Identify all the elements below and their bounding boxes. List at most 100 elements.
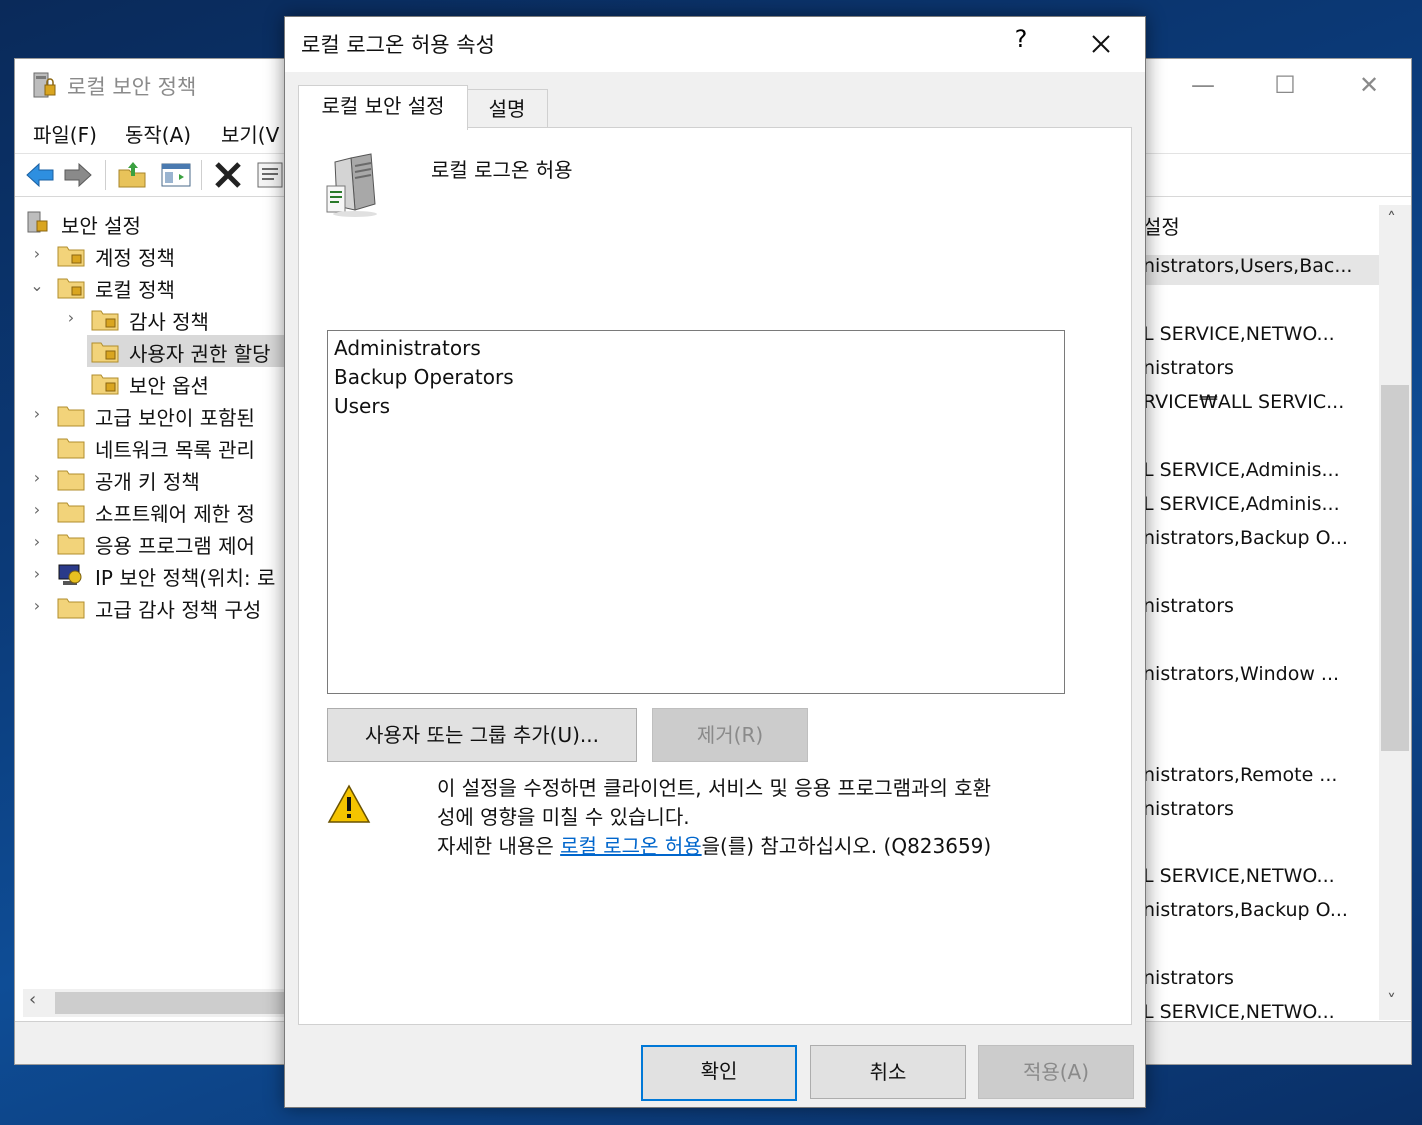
menu-view[interactable]: 보기(V [221, 119, 279, 148]
list-item[interactable]: nistrators,Backup O... [1143, 527, 1379, 557]
list-item[interactable]: nistrators [1143, 798, 1379, 828]
dialog-title-bar[interactable]: 로컬 로그온 허용 속성 ? [285, 17, 1145, 72]
warning-message: 이 설정을 수정하면 클라이언트, 서비스 및 응용 프로그램과의 호환 성에 … [437, 774, 1097, 861]
remove-button[interactable]: 제거(R) [652, 708, 808, 762]
tree-label: 계정 정책 [95, 246, 175, 270]
tree-item-security-settings[interactable]: 보안 설정 [23, 207, 285, 239]
chevron-right-icon[interactable]: › [29, 532, 45, 551]
apply-button[interactable]: 적용(A) [978, 1045, 1134, 1099]
list-item[interactable]: nistrators,Backup O... [1143, 899, 1379, 929]
scrollbar-thumb[interactable] [55, 992, 295, 1014]
list-item[interactable]: nistrators,Remote ... [1143, 764, 1379, 794]
dialog-title: 로컬 로그온 허용 속성 [301, 33, 495, 57]
list-item[interactable]: Backup Operators [334, 365, 514, 389]
help-icon[interactable]: ? [1007, 25, 1035, 53]
tree-label: 공개 키 정책 [95, 470, 200, 494]
tree-label: 사용자 권한 할당 [129, 342, 271, 366]
list-item[interactable]: Users [334, 394, 390, 418]
mmc-title: 로컬 보안 정책 [67, 75, 197, 99]
folder-icon [57, 534, 85, 555]
forward-arrow-icon[interactable] [61, 158, 95, 192]
add-user-or-group-button[interactable]: 사용자 또는 그룹 추가(U)... [327, 708, 637, 762]
chevron-up-icon[interactable]: ˄ [1387, 209, 1396, 230]
chevron-down-icon[interactable]: ⌄ [29, 276, 45, 295]
tree-item-advanced-audit[interactable]: › 고급 감사 정책 구성 [23, 591, 285, 623]
tab-local-security-setting[interactable]: 로컬 보안 설정 [298, 85, 468, 130]
warning-line-2: 성에 영향을 미칠 수 있습니다. [437, 805, 690, 829]
warning-line-1: 이 설정을 수정하면 클라이언트, 서비스 및 응용 프로그램과의 호환 [437, 776, 992, 800]
tree-item-public-key-policies[interactable]: › 공개 키 정책 [23, 463, 285, 495]
folder-lock-icon [57, 278, 85, 299]
warning-prefix: 자세한 내용은 [437, 834, 561, 858]
chevron-right-icon[interactable]: › [29, 404, 45, 423]
tree-item-user-rights-assignment[interactable]: 사용자 권한 할당 [87, 335, 285, 367]
tree-label: 로컬 정책 [95, 278, 175, 302]
show-hide-console-tree-icon[interactable] [159, 158, 193, 192]
tree-item-software-restriction[interactable]: › 소프트웨어 제한 정 [23, 495, 285, 527]
folder-icon [57, 598, 85, 619]
warning-icon [327, 784, 371, 823]
tree-item-ip-security[interactable]: › IP 보안 정책(위치: 로 [23, 559, 285, 591]
column-header-setting[interactable]: 설정 [1143, 211, 1379, 251]
tree-item-application-control[interactable]: › 응용 프로그램 제어 [23, 527, 285, 559]
list-item[interactable]: Administrators [334, 336, 481, 360]
tree-item-local-policies[interactable]: ⌄ 로컬 정책 [23, 271, 285, 303]
chevron-right-icon[interactable]: › [29, 500, 45, 519]
list-item[interactable]: RVICE₩ALL SERVIC... [1143, 391, 1379, 421]
server-policy-icon [326, 153, 377, 217]
list-item[interactable]: nistrators [1143, 357, 1379, 387]
tree-item-security-options[interactable]: 보안 옵션 [23, 367, 285, 399]
policy-name: 로컬 로그온 허용 [431, 158, 573, 182]
tab-explain[interactable]: 설명 [466, 89, 548, 128]
up-folder-icon[interactable] [115, 158, 149, 192]
list-item[interactable]: L SERVICE,NETWO... [1143, 865, 1379, 895]
tree-item-audit-policy[interactable]: › 감사 정책 [23, 303, 285, 335]
ok-button[interactable]: 확인 [641, 1045, 797, 1101]
chevron-right-icon[interactable]: › [29, 596, 45, 615]
close-icon[interactable] [1079, 23, 1123, 65]
warning-line-3: 자세한 내용은 로컬 로그온 허용을(를) 참고하십시오. (Q823659) [437, 832, 1097, 861]
properties-dialog: 로컬 로그온 허용 속성 ? 로컬 보안 설정 설명 로컬 로그온 허용 Adm… [284, 16, 1146, 1108]
chevron-right-icon[interactable]: › [63, 308, 79, 327]
list-item[interactable]: L SERVICE,NETWO... [1143, 1001, 1379, 1020]
chevron-left-icon[interactable]: ‹ [29, 989, 36, 1010]
folder-icon [57, 438, 85, 459]
tree-label: 보안 설정 [61, 214, 141, 238]
list-vertical-scrollbar[interactable]: ˄ ˅ [1379, 205, 1411, 1020]
list-item[interactable]: nistrators [1143, 967, 1379, 997]
members-listbox[interactable]: Administrators Backup Operators Users [327, 330, 1065, 694]
close-icon[interactable]: ✕ [1349, 69, 1389, 101]
help-link[interactable]: 로컬 로그온 허용 [560, 834, 702, 858]
list-item[interactable]: L SERVICE,Adminis... [1143, 459, 1379, 489]
list-item[interactable]: nistrators [1143, 595, 1379, 625]
menu-action[interactable]: 동작(A) [125, 119, 191, 148]
tree-label: 보안 옵션 [129, 374, 209, 398]
chevron-right-icon[interactable]: › [29, 468, 45, 487]
cancel-button[interactable]: 취소 [810, 1045, 966, 1099]
scrollbar-thumb[interactable] [1381, 385, 1409, 751]
chevron-down-icon[interactable]: ˅ [1387, 991, 1396, 1012]
delete-icon[interactable] [211, 158, 245, 192]
tree-label: IP 보안 정책(위치: 로 [95, 566, 276, 590]
chevron-right-icon[interactable]: › [29, 244, 45, 263]
warning-suffix: 을(를) 참고하십시오. (Q823659) [701, 834, 992, 858]
list-item[interactable]: L SERVICE,NETWO... [1143, 323, 1379, 353]
maximize-icon[interactable]: ☐ [1265, 69, 1305, 101]
chevron-right-icon[interactable]: › [29, 564, 45, 583]
tree-label: 고급 보안이 포함된 [95, 406, 255, 430]
list-item[interactable]: L SERVICE,Adminis... [1143, 493, 1379, 523]
tree-label: 감사 정책 [129, 310, 209, 334]
tree-horizontal-scrollbar[interactable]: ‹ [23, 989, 295, 1017]
tab-panel: 로컬 로그온 허용 Administrators Backup Operator… [298, 127, 1132, 1025]
tree-item-network-list-manager[interactable]: 네트워크 목록 관리 [23, 431, 285, 463]
tree-item-advanced-firewall[interactable]: › 고급 보안이 포함된 [23, 399, 285, 431]
minimize-icon[interactable]: — [1183, 69, 1223, 101]
properties-icon[interactable] [253, 158, 287, 192]
list-item[interactable]: nistrators,Users,Bac... [1143, 255, 1379, 285]
menu-file[interactable]: 파일(F) [33, 119, 97, 148]
policy-list: 설정 nistrators,Users,Bac... L SERVICE,NET… [1143, 205, 1379, 1020]
tree-item-account-policies[interactable]: › 계정 정책 [23, 239, 285, 271]
list-item[interactable]: nistrators,Window ... [1143, 663, 1379, 693]
tree-label: 소프트웨어 제한 정 [95, 502, 255, 526]
back-arrow-icon[interactable] [23, 158, 57, 192]
